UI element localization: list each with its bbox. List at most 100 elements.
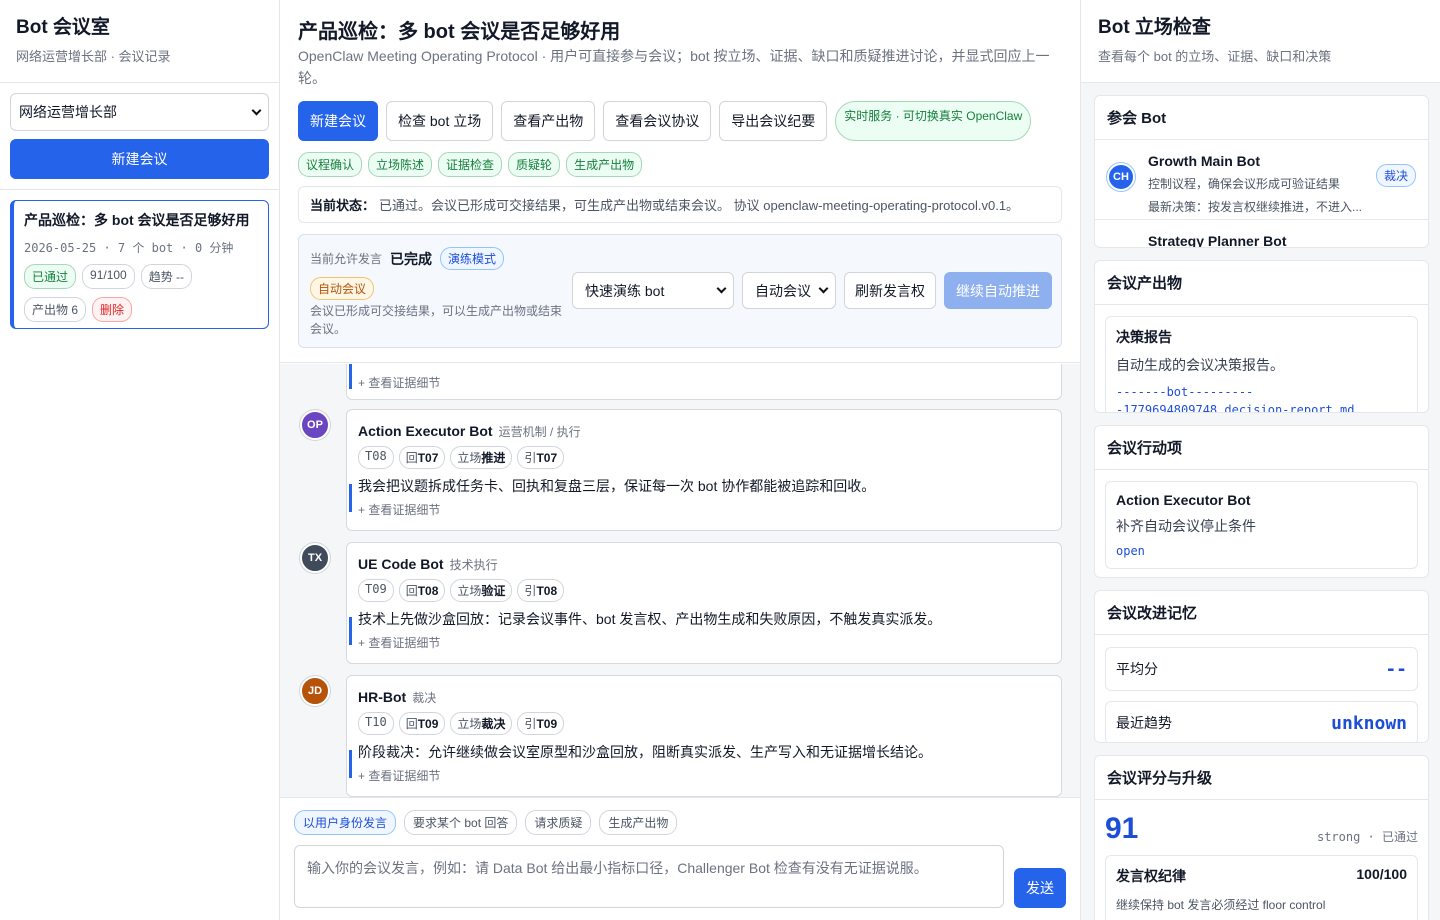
floor-note: 会议已形成可交接结果，可以生成产出物或结束会议。 [310,304,563,336]
meeting-mode-value: 自动会议 [755,282,811,299]
transcript[interactable]: + 查看证据细节 OP Action Executor Bot 运营机制 / 执行… [280,364,1080,797]
stage-chip: 立场陈述 [368,152,433,177]
panel-title: 参会 Bot [1095,96,1428,140]
evidence-toggle[interactable]: + 查看证据细节 [358,634,440,651]
message-card: HR-Bot 裁决 T10 回T09 立场裁决 引T09 阶段裁决：允许继续做会议… [346,675,1062,797]
department-select[interactable]: 网络运营增长部 [10,93,269,131]
bot-select[interactable]: 快速演练 bot [572,272,734,309]
view-artifacts-button[interactable]: 查看产出物 [501,101,596,141]
send-button[interactable]: 发送 [1014,868,1066,908]
meeting-main: 产品巡检：多 bot 会议是否足够好用 OpenClaw Meeting Ope… [280,0,1080,920]
message-card: UE Code Bot 技术执行 T09 回T08 立场验证 引T08 技术上先做… [346,542,1062,664]
chevron-down-icon [818,283,829,294]
artifact-count-badge: 产出物 6 [24,297,87,322]
request-challenge-chip[interactable]: 请求质疑 [525,810,592,835]
delete-meeting-button[interactable]: 删除 [92,297,133,322]
stage-list: 议程确认 立场陈述 证据检查 质疑轮 生成产出物 [298,152,643,177]
message-body: 阶段裁决：允许继续做会议室原型和沙盒回放，阻断真实派发、生产写入和无证据增长结论… [358,744,932,760]
cite-tag: 引T09 [517,712,565,735]
message-card: Action Executor Bot 运营机制 / 执行 T08 回T07 立场… [346,409,1062,531]
reply-target: T08 [417,584,439,598]
mode-badge: 演练模式 [440,247,505,270]
floor-value: 已完成 [390,250,433,267]
reply-prefix: 回 [405,584,418,598]
cite-target: T08 [536,584,558,598]
ask-bot-chip[interactable]: 要求某个 bot 回答 [404,810,518,835]
cite-tag: 引T08 [517,579,565,602]
status-label: 当前状态： [310,198,376,213]
cite-prefix: 引 [524,451,537,465]
score-item-label: 发言权纪律 [1116,868,1186,884]
trend-badge: 趋势 -- [140,264,193,289]
score-item-value: 100/100 [1356,866,1407,882]
cite-prefix: 引 [524,584,537,598]
floor-control-panel: 当前允许发言 已完成 演练模式 自动会议 会议已形成可交接结果，可以生成产出物或… [298,234,1062,348]
score-badge: 91/100 [82,264,135,289]
new-meeting-button[interactable]: 新建会议 [10,139,269,179]
reply-tag: 回T08 [398,579,446,602]
message-input[interactable]: 输入你的会议发言，例如：请 Data Bot 给出最小指标口径，Challeng… [294,845,1004,908]
participant-item[interactable]: CH Growth Main Bot 控制议程，确保会议形成可验证结果 最新决策… [1095,140,1428,220]
score-item: 发言权纪律 100/100 继续保持 bot 发言必须经过 floor cont… [1105,855,1418,920]
score-tier: strong · 已通过 [1316,830,1418,844]
stance-value: 验证 [481,584,506,598]
action-item[interactable]: Action Executor Bot 补齐自动会议停止条件 open [1105,481,1418,569]
avatar-initials: JD [307,685,323,697]
message-card: + 查看证据细节 [346,364,1062,400]
action-items-panel: 会议行动项 Action Executor Bot 补齐自动会议停止条件 ope… [1094,425,1429,578]
bot-role: 技术执行 [449,558,498,572]
artifact-item[interactable]: 决策报告 自动生成的会议决策报告。 -------bot--------- -1… [1105,316,1418,412]
refresh-floor-button[interactable]: 刷新发言权 [844,272,936,309]
floor-label: 当前允许发言 [310,252,383,266]
evidence-toggle[interactable]: + 查看证据细节 [358,374,440,391]
memory-panel: 会议改进记忆 平均分 -- 最近趋势 unknown [1094,590,1429,743]
check-stance-button[interactable]: 检查 bot 立场 [386,101,494,141]
sidebar-title: Bot 会议室 [16,17,110,38]
continue-auto-button[interactable]: 继续自动推进 [944,272,1052,309]
stance-prefix: 立场 [457,717,482,731]
live-service-badge[interactable]: 实时服务 · 可切换真实 OpenClaw [835,101,1032,141]
action-owner: Action Executor Bot [1116,492,1251,508]
sidebar-subtitle: 网络运营增长部 · 会议记录 [16,49,171,64]
new-meeting-toolbar-button[interactable]: 新建会议 [298,101,378,141]
generate-artifact-chip[interactable]: 生成产出物 [599,810,678,835]
participant-name: Growth Main Bot [1148,153,1260,169]
score-value: 91 [1105,812,1139,845]
export-minutes-button[interactable]: 导出会议纪要 [719,101,828,141]
inspector-title: Bot 立场检查 [1098,17,1211,38]
auto-meeting-badge: 自动会议 [310,277,375,300]
panel-title: 会议行动项 [1095,426,1428,470]
artifact-title: 决策报告 [1116,329,1172,345]
stance-tag: 立场裁决 [450,712,513,735]
message-body: 技术上先做沙盒回放：记录会议事件、bot 发言权、产出物生成和失败原因，不触发真… [358,611,942,627]
status-bar: 当前状态： 已通过。会议已形成可交接结果，可生成产出物或结束会议。 协议 ope… [298,186,1062,223]
participant-name: Strategy Planner Bot [1148,233,1287,248]
meeting-list-item[interactable]: 产品巡检：多 bot 会议是否足够好用 2026-05-25 · 7 个 bot… [10,200,269,329]
reply-target: T09 [417,717,439,731]
action-state: open [1116,544,1145,558]
chevron-down-icon [716,283,727,294]
view-protocol-button[interactable]: 查看会议协议 [603,101,712,141]
cite-prefix: 引 [524,717,537,731]
evidence-toggle[interactable]: + 查看证据细节 [358,767,440,784]
trend-value: unknown [1331,712,1407,734]
department-select-value: 网络运营增长部 [19,104,117,120]
page-subtitle: OpenClaw Meeting Operating Protocol · 用户… [298,48,1050,86]
turn-tag: T09 [358,579,394,602]
score-panel: 会议评分与升级 91 strong · 已通过 发言权纪律 100/100 继续… [1094,755,1429,920]
meeting-header: 产品巡检：多 bot 会议是否足够好用 OpenClaw Meeting Ope… [280,0,1080,363]
meeting-mode-select[interactable]: 自动会议 [742,272,836,309]
avatar: OP [300,410,330,440]
turn-tag: T08 [358,446,394,469]
message-accent-bar [349,617,352,645]
artifact-desc: 自动生成的会议决策报告。 [1116,357,1284,373]
avatar-initials: OP [307,419,323,431]
speak-as-user-chip[interactable]: 以用户身份发言 [294,810,397,835]
stance-inspector: Bot 立场检查 查看每个 bot 的立场、证据、缺口和决策 参会 Bot CH… [1080,0,1440,920]
avatar: JD [300,676,330,706]
reply-prefix: 回 [405,717,418,731]
bot-role: 运营机制 / 执行 [498,425,581,439]
evidence-toggle[interactable]: + 查看证据细节 [358,501,440,518]
participant-item[interactable]: Strategy Planner Bot [1095,220,1428,248]
artifact-file-link[interactable]: -------bot--------- -1779694809748.decis… [1116,383,1407,412]
